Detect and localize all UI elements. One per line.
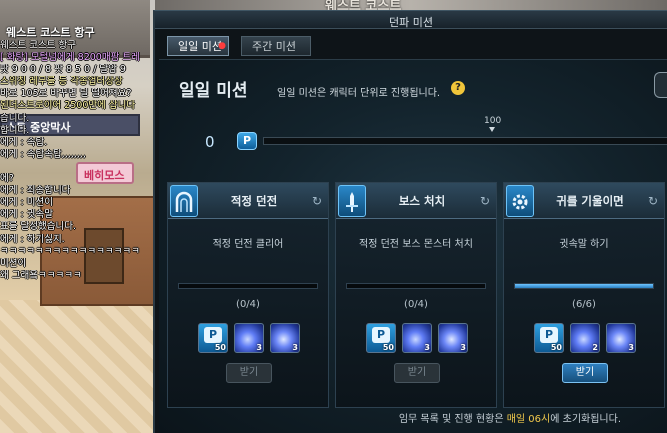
mission-window: 던파 미션 일일 미션 ● 주간 미션 일일 미션 일일 미션은 캐릭터 단위로… [153,10,667,433]
window-titlebar[interactable]: 던파 미션 [155,11,667,29]
p-point-icon: P [237,132,257,150]
refresh-icon[interactable]: ↻ [648,194,658,208]
chat-line: 에게 : 미션이 [0,197,53,209]
reward-quantity: 50 [382,343,394,352]
scene-floor [0,300,160,433]
reward-quantity: 50 [550,343,562,352]
progress-marker-icon [489,127,495,132]
chat-line: 습니다. [0,112,30,124]
mission-description: 적정 던전 보스 몬스터 처치 [359,239,473,250]
blue-orb-icon[interactable]: 3 [270,323,300,353]
p-point-icon[interactable]: P 50 [534,323,564,353]
chat-line: 합니다. [0,124,30,136]
mission-card: 귀를 기울이면 ↻ 귓속말 하기 (6/6) P 50 2 3 받기 [503,182,665,408]
refresh-icon[interactable]: ↻ [480,194,490,208]
panel-title: 일일 미션 [179,81,248,101]
blue-orb-icon[interactable]: 3 [438,323,468,353]
tab-daily-mission[interactable]: 일일 미션 ● [167,36,229,56]
gate-icon [170,185,198,217]
help-icon[interactable]: ? [451,81,465,95]
claim-button[interactable]: 받기 [226,363,272,383]
mission-description: 귓속말 하기 [559,239,609,250]
window-title: 던파 미션 [389,16,433,29]
chat-line: 에게 : 귓속말 [0,209,53,221]
chat-line: 에? [0,173,14,185]
building-sign-text: 웨스트 코스트 항구 [6,26,95,39]
reward-quantity: 3 [292,343,298,352]
game-scene: 웨스트 코스트 항구 스트 중앙막사 베히모스 웨스트 코스트 항구[ 화탕] … [0,0,160,433]
reward-quantity: 3 [256,343,262,352]
refresh-icon[interactable]: ↻ [312,194,322,208]
mission-card: 적정 던전 ↻ 적정 던전 클리어 (0/4) P 50 3 3 받기 [167,182,329,408]
p-point-icon[interactable]: P 50 [198,323,228,353]
chat-line [0,161,158,173]
mission-progress-fill [515,284,653,288]
chat-line: 팟 9 0 0 / 8 팟 8 5 0 / 달암 9 [0,64,126,76]
mission-card-header: 적정 던전 ↻ [168,183,328,219]
chat-line: [ 화탕] 모털넘에게 8200매팜 트레 [0,52,140,64]
p-badge: P [372,327,390,343]
mission-name: 귀를 기울이면 [556,194,624,208]
mission-card-header: 보스 처치 ↻ [336,183,496,219]
mission-card-header: 귀를 기울이면 ↻ [504,183,664,219]
reward-list: P 50 3 3 [366,323,476,355]
reward-quantity: 3 [460,343,466,352]
p-badge: P [540,327,558,343]
chat-line: 표를 달성했습니다. [0,221,76,233]
claim-button[interactable]: 받기 [394,363,440,383]
blue-orb-icon[interactable]: 3 [402,323,432,353]
mission-count: (6/6) [572,299,596,310]
progress-current-value: 0 [205,133,215,151]
mission-progress-bar [514,283,654,289]
tab-weekly-mission-label: 주간 미션 [252,40,296,53]
p-badge: P [204,327,222,343]
mission-progress-bar [346,283,486,289]
tab-weekly-mission[interactable]: 주간 미션 [241,36,311,56]
reset-notice-suffix: 에 초기화됩니다. [550,414,621,425]
chat-log: 웨스트 코스트 항구[ 화탕] 모털넘에게 8200매팜 트레 팟 9 0 0 /… [0,40,158,282]
mission-count: (0/4) [404,299,428,310]
chat-line: 에게 : 속탑. [0,136,48,148]
mission-description: 적정 던전 클리어 [212,239,284,250]
tab-daily-mission-label: 일일 미션 [178,40,222,53]
p-point-icon[interactable]: P 50 [366,323,396,353]
mission-card: 보스 처치 ↻ 적정 던전 보스 몬스터 처치 (0/4) P 50 3 3 받기 [335,182,497,408]
claim-button[interactable]: 받기 [562,363,608,383]
blue-orb-icon[interactable]: 3 [606,323,636,353]
panel-description: 일일 미션은 캐릭터 단위로 진행됩니다. [277,88,441,99]
chat-line: 웨스트 코스트 항구 [0,40,76,51]
chat-line: 미션이 [0,257,27,269]
reward-quantity: 50 [214,343,226,352]
gear-icon [506,185,534,217]
mission-name: 적정 던전 [230,194,278,208]
chat-line: 스위칭 레무를 등 각종업터상상 [0,76,123,88]
chat-line: 에게 : 속탑속탑,,,,,,,, [0,148,86,160]
chat-line: 에게 : 죄송합니다 [0,185,71,197]
progress-track [263,137,667,145]
mission-progress-bar [178,283,318,289]
reward-quantity: 3 [424,343,430,352]
mission-count: (0/4) [236,299,260,310]
reset-notice-time: 매일 06시 [506,414,551,425]
chat-line: 된더스트로이어 2500만에 삽니다 [0,100,136,112]
blue-orb-icon[interactable]: 3 [234,323,264,353]
side-toggle-button[interactable] [654,72,667,98]
chat-line: ㅋㅋㅋㅋㅋㅋㅋㅋㅋㅋㅋㅋㅋㅋㅋㅋ [0,245,140,257]
sword-icon [338,185,366,217]
blue-orb-icon[interactable]: 2 [570,323,600,353]
alert-icon: ● [218,41,226,51]
mission-name: 보스 처치 [398,194,446,208]
reward-quantity: 2 [592,343,598,352]
progress-max-label: 100 [484,116,502,126]
chat-line: 왜 그래욬ㅋㅋㅋㅋㅋ [0,269,82,281]
reward-list: P 50 3 3 [198,323,308,355]
reset-notice-prefix: 임무 목록 및 진행 현황은 [398,414,507,425]
chat-line: 바로 105로 바꾸면 딜 떨어져요? [0,88,132,100]
chat-line: 에게 : 하기싫지. [0,233,65,245]
reset-notice: 임무 목록 및 진행 현황은 매일 06시에 초기화됩니다. [159,410,667,425]
reward-list: P 50 2 3 [534,323,644,355]
reward-quantity: 3 [628,343,634,352]
daily-mission-panel: 일일 미션 일일 미션은 캐릭터 단위로 진행됩니다. ? 100 0 P 적정… [159,59,667,433]
